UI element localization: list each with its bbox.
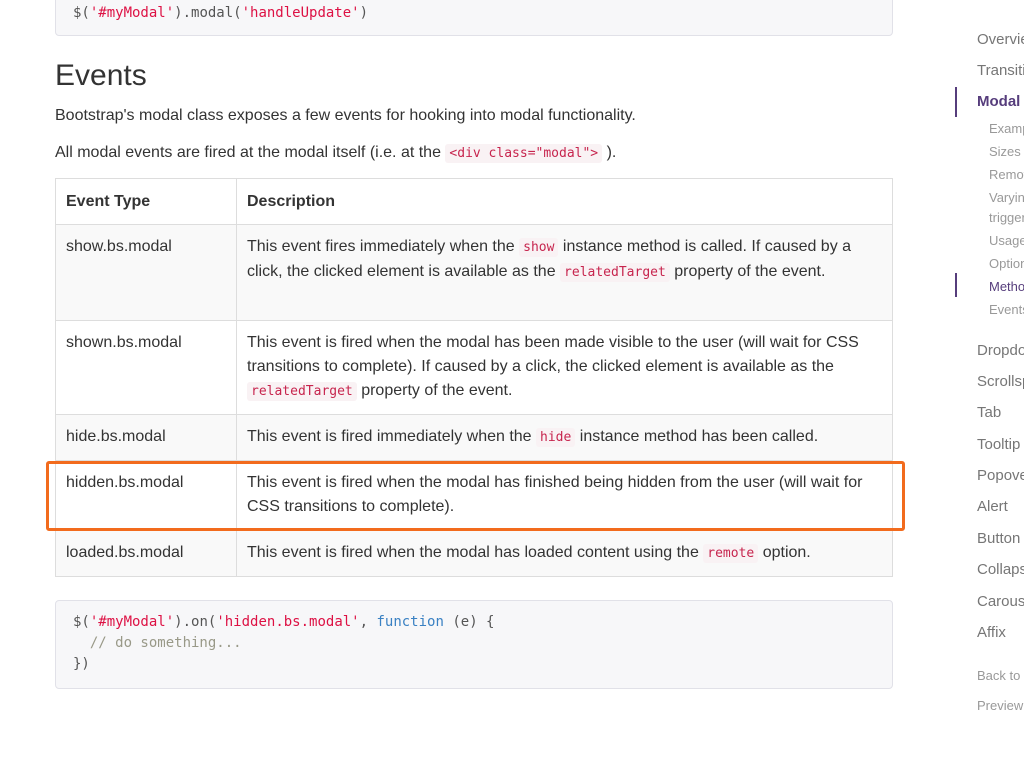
preview-theme-link[interactable]: Preview theme [977,698,1024,713]
description-text: This event fires immediately when the [247,238,520,255]
description-text: property of the event. [356,382,513,399]
description-text: This event is fired when the modal has b… [247,334,859,375]
event-description-cell: This event is fired immediately when the… [236,414,893,461]
sidebar-item-varying-modal-content-based-on[interactable]: Varying modal content based on [989,190,1024,205]
sidebar-item-trigger-button[interactable]: trigger button [989,210,1024,225]
code-token: , [359,614,377,630]
inline-code: relatedTarget [247,382,357,401]
sidebar-item-scrollspy[interactable]: Scrollspy [977,373,1024,390]
event-description-cell: This event fires immediately when the sh… [236,224,893,321]
inline-code: show [519,238,559,257]
table-row: shown.bs.modal This event is fired when t… [55,320,893,415]
sidebar-item-button[interactable]: Button [977,530,1020,547]
events-table: Event Type Description show.bs.modal This… [55,178,893,577]
events-intro: Bootstrap's modal class exposes a few ev… [55,107,636,124]
sidebar-item-examples[interactable]: Examples [989,121,1024,136]
active-indicator [955,273,957,297]
sidebar-item-tooltip[interactable]: Tooltip [977,436,1020,453]
code-token: (e) { [443,614,495,630]
table-row: loaded.bs.modal This event is fired when … [55,530,893,577]
section-heading-events: Events [55,59,147,92]
event-type-cell: hidden.bs.modal [55,460,237,531]
inline-code: <div class="modal"> [445,144,603,163]
description-text: This event is fired when the modal has f… [247,474,863,515]
sidebar-item-overview[interactable]: Overview [977,31,1024,48]
description-text: This event is fired when the modal has l… [247,544,704,561]
column-header-event-type: Event Type [55,178,237,225]
event-type-cell: show.bs.modal [55,224,237,321]
code-token: ).modal( [174,5,242,21]
table-row: show.bs.modal This event fires immediatel… [55,224,893,321]
events-note: All modal events are fired at the modal … [55,144,617,163]
description-text: instance method has been called. [575,428,819,445]
sidebar-item-sizes[interactable]: Sizes [989,144,1021,159]
event-type-cell: hide.bs.modal [55,414,237,461]
sidebar-item-carousel[interactable]: Carousel [977,593,1024,610]
code-token: $( [73,5,90,21]
event-type-cell: shown.bs.modal [55,320,237,415]
inline-code: relatedTarget [560,263,670,282]
code-token: ) [359,5,369,21]
table-row: hidden.bs.modal This event is fired when … [55,460,893,531]
sidebar-item-alert[interactable]: Alert [977,498,1008,515]
sidebar-item-affix[interactable]: Affix [977,624,1006,641]
active-indicator [955,87,957,117]
code-token: 'handleUpdate' [241,5,360,21]
sidebar-item-usage[interactable]: Usage [989,233,1024,248]
code-token: ).on( [174,614,217,630]
event-description-cell: This event is fired when the modal has f… [236,460,893,531]
description-text: property of the event. [669,263,826,280]
code-token: $( [73,614,90,630]
table-row: hide.bs.modal This event is fired immedia… [55,414,893,461]
description-text: This event is fired immediately when the [247,428,537,445]
table-header-row: Event Type Description [55,178,893,225]
sidebar-item-transitions[interactable]: Transitions [977,62,1024,79]
code-token: // do something... [73,635,242,651]
sidebar-item-remove-animation[interactable]: Remove animation [989,167,1024,182]
sidebar-item-dropdown[interactable]: Dropdown [977,342,1024,359]
code-token: 'hidden.bs.modal' [216,614,360,630]
sidebar-item-methods[interactable]: Methods [989,279,1024,294]
code-block-hidden-event: $('#myModal').on('hidden.bs.modal', func… [55,600,893,689]
column-header-description: Description [236,178,893,225]
sidebar-nav: Overview Transitions Modal Examples Sizes Rem… [955,0,1024,768]
sidebar-item-collapse[interactable]: Collapse [977,561,1024,578]
event-description-cell: This event is fired when the modal has b… [236,320,893,415]
back-to-top-link[interactable]: Back to top [977,668,1024,683]
inline-code: remote [703,544,759,563]
code-token: '#myModal' [89,614,175,630]
code-token: function [376,614,444,630]
event-type-cell: loaded.bs.modal [55,530,237,577]
description-text: option. [758,544,811,561]
code-block-handle-update: $('#myModal').modal('handleUpdate') [55,0,893,36]
sidebar-item-modal[interactable]: Modal [977,93,1020,110]
sidebar-item-popover[interactable]: Popover [977,467,1024,484]
code-token: }) [73,656,90,672]
inline-code: hide [536,428,576,447]
sidebar-item-tab[interactable]: Tab [977,404,1001,421]
sidebar-item-options[interactable]: Options [989,256,1024,271]
code-token: '#myModal' [89,5,175,21]
event-description-cell: This event is fired when the modal has l… [236,530,893,577]
sidebar-item-events[interactable]: Events [989,302,1024,317]
